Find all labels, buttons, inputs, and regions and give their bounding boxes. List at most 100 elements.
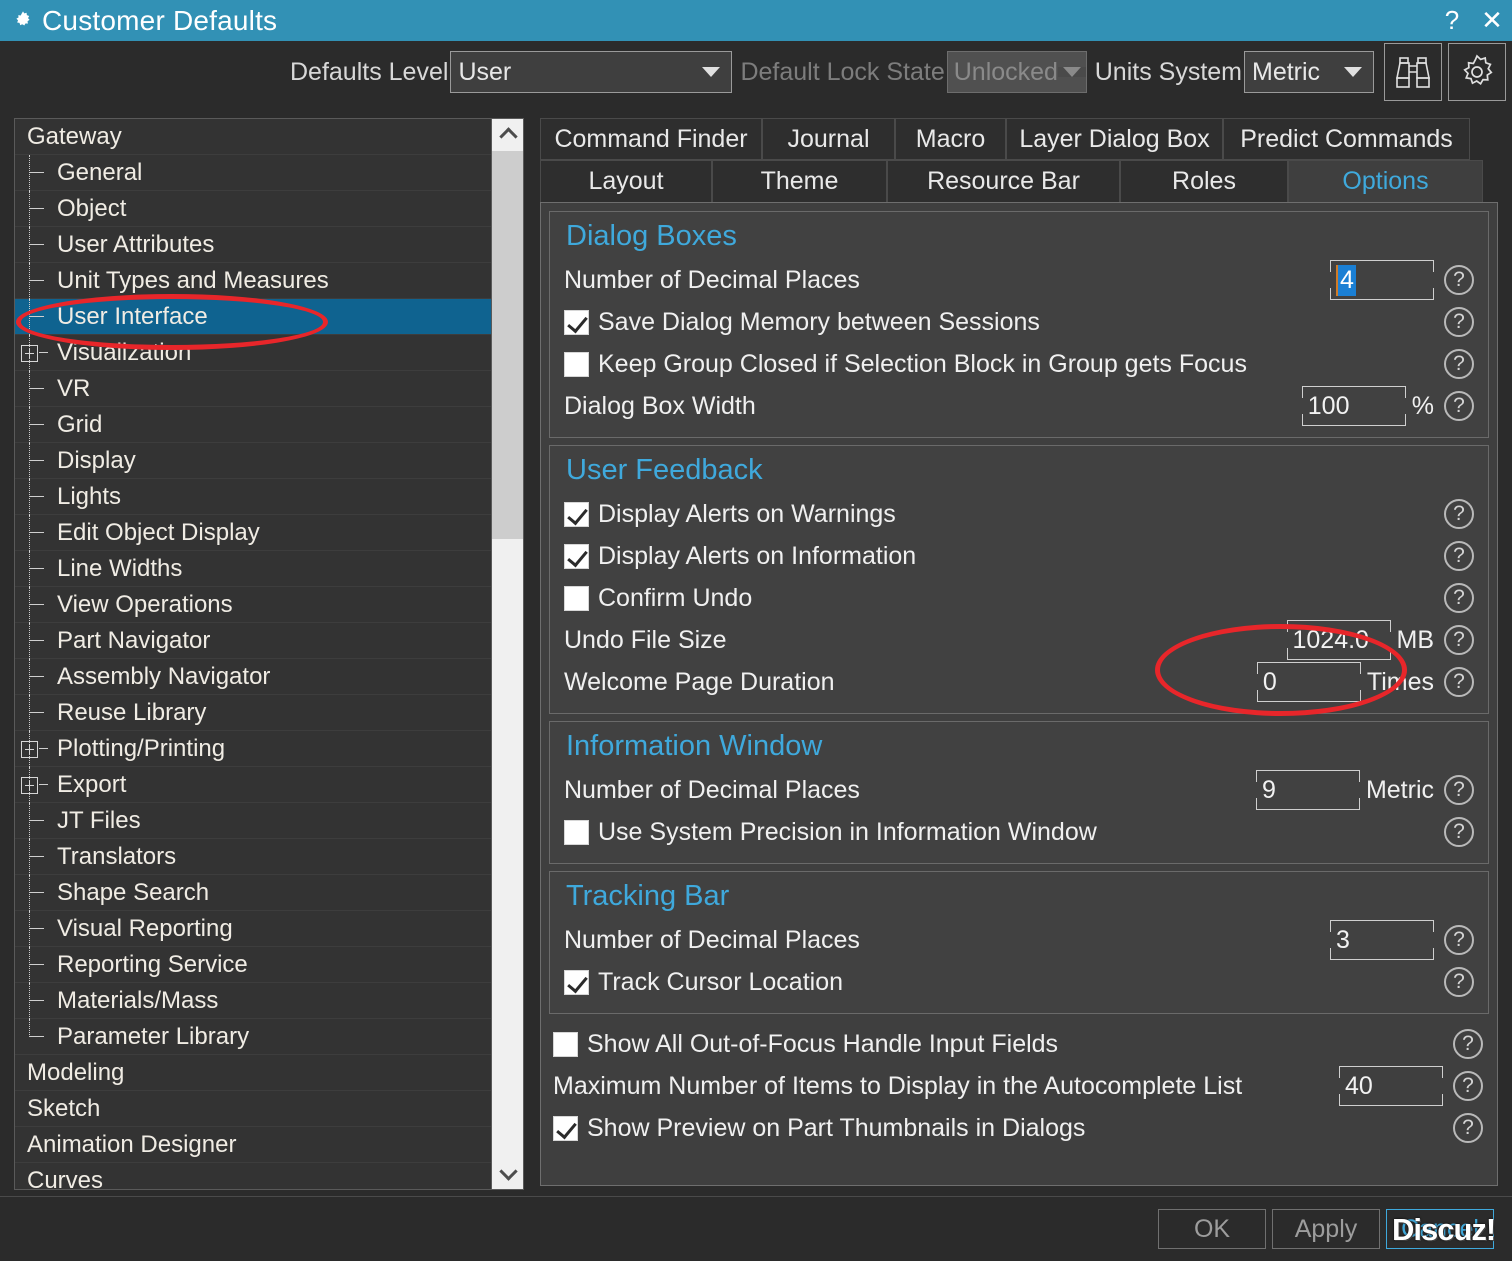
tree-item-visual-reporting[interactable]: Visual Reporting	[15, 910, 493, 947]
tab-options[interactable]: Options	[1288, 160, 1483, 202]
defaults-level-select[interactable]: User	[450, 51, 733, 93]
scrollbar-thumb[interactable]	[492, 151, 523, 539]
tab-layout[interactable]: Layout	[540, 160, 712, 202]
tab-layer-dialog-box[interactable]: Layer Dialog Box	[1006, 118, 1223, 160]
tree-item-part-navigator[interactable]: Part Navigator	[15, 622, 493, 659]
tree-item-reporting-service[interactable]: Reporting Service	[15, 946, 493, 983]
tree-item-jt-files[interactable]: JT Files	[15, 802, 493, 839]
expand-icon[interactable]	[15, 730, 57, 767]
row-preview-thumbnails[interactable]: Show Preview on Part Thumbnails in Dialo…	[553, 1107, 1483, 1149]
tree-item-modeling[interactable]: Modeling	[15, 1055, 493, 1091]
tree-item-display[interactable]: Display	[15, 442, 493, 479]
tree-item-sketch[interactable]: Sketch	[15, 1091, 493, 1127]
tree-item-unit-types-and-measures[interactable]: Unit Types and Measures	[15, 262, 493, 299]
row-confirm-undo[interactable]: Confirm Undo ?	[564, 577, 1474, 619]
binoculars-icon[interactable]	[1384, 43, 1442, 101]
help-icon[interactable]: ?	[1444, 349, 1474, 379]
undo-file-size-input[interactable]: 1024.0	[1286, 620, 1391, 660]
tree-item-gateway[interactable]: Gateway	[15, 119, 493, 155]
scroll-down-icon[interactable]	[492, 1159, 523, 1189]
plus-icon[interactable]	[21, 740, 38, 758]
row-system-precision[interactable]: Use System Precision in Information Wind…	[564, 811, 1474, 853]
tree-item-line-widths[interactable]: Line Widths	[15, 550, 493, 587]
defaults-category-tree[interactable]: Gateway General Object User Attributes Unit …	[14, 118, 524, 1190]
save-dialog-memory-checkbox[interactable]	[564, 309, 589, 335]
tree-item-reuse-library[interactable]: Reuse Library	[15, 694, 493, 731]
tab-macro[interactable]: Macro	[895, 118, 1006, 160]
tree-item-translators[interactable]: Translators	[15, 838, 493, 875]
help-icon[interactable]: ?	[1444, 307, 1474, 337]
tree-item-view-operations[interactable]: View Operations	[15, 586, 493, 623]
tab-predict-commands[interactable]: Predict Commands	[1223, 118, 1470, 160]
dialog-box-width-input[interactable]: 100	[1301, 386, 1406, 426]
system-precision-checkbox[interactable]	[564, 819, 589, 845]
help-icon[interactable]: ?	[1444, 541, 1474, 571]
help-icon[interactable]: ?	[1444, 499, 1474, 529]
row-track-cursor-location[interactable]: Track Cursor Location ?	[564, 961, 1474, 1003]
confirm-undo-checkbox[interactable]	[564, 585, 589, 611]
tree-item-user-interface[interactable]: User Interface	[15, 298, 493, 335]
help-icon[interactable]: ?	[1453, 1071, 1483, 1101]
autocomplete-max-items-input[interactable]: 40	[1339, 1066, 1443, 1106]
help-icon[interactable]: ?	[1444, 265, 1474, 295]
tree-item-lights[interactable]: Lights	[15, 478, 493, 515]
tab-theme[interactable]: Theme	[712, 160, 887, 202]
help-icon[interactable]: ?	[1444, 775, 1474, 805]
help-icon[interactable]: ?	[1453, 1029, 1483, 1059]
help-icon[interactable]: ?	[1444, 667, 1474, 697]
help-icon[interactable]: ?	[1444, 391, 1474, 421]
alerts-information-checkbox[interactable]	[564, 543, 589, 569]
tree-item-user-attributes[interactable]: User Attributes	[15, 226, 493, 263]
plus-icon[interactable]	[21, 776, 38, 794]
tree-item-shape-search[interactable]: Shape Search	[15, 874, 493, 911]
tree-item-assembly-navigator[interactable]: Assembly Navigator	[15, 658, 493, 695]
tree-item-export[interactable]: Export	[15, 766, 493, 803]
tree-item-object[interactable]: Object	[15, 190, 493, 227]
close-icon[interactable]: ✕	[1472, 0, 1512, 41]
tree-item-materials-mass[interactable]: Materials/Mass	[15, 982, 493, 1019]
help-icon[interactable]: ?	[1444, 625, 1474, 655]
tab-resource-bar[interactable]: Resource Bar	[887, 160, 1120, 202]
help-button[interactable]: ?	[1432, 0, 1472, 41]
tracking-decimal-places-input[interactable]: 3	[1330, 920, 1434, 960]
tree-item-grid[interactable]: Grid	[15, 406, 493, 443]
help-icon[interactable]: ?	[1444, 583, 1474, 613]
keep-group-closed-checkbox[interactable]	[564, 351, 589, 377]
tab-command-finder[interactable]: Command Finder	[540, 118, 762, 160]
welcome-page-duration-input[interactable]: 0	[1256, 662, 1361, 702]
scroll-up-icon[interactable]	[492, 119, 523, 149]
plus-icon[interactable]	[21, 344, 38, 362]
tree-item-parameter-library[interactable]: Parameter Library	[15, 1018, 493, 1055]
row-out-of-focus-fields[interactable]: Show All Out-of-Focus Handle Input Field…	[553, 1023, 1483, 1065]
alerts-warnings-checkbox[interactable]	[564, 501, 589, 527]
apply-button[interactable]: Apply	[1272, 1209, 1380, 1249]
expand-icon[interactable]	[15, 334, 57, 371]
tab-journal[interactable]: Journal	[762, 118, 895, 160]
tree-item-vr[interactable]: VR	[15, 370, 493, 407]
gear-icon[interactable]	[1448, 43, 1506, 101]
row-alerts-warnings[interactable]: Display Alerts on Warnings ?	[564, 493, 1474, 535]
row-alerts-information[interactable]: Display Alerts on Information ?	[564, 535, 1474, 577]
out-of-focus-fields-checkbox[interactable]	[553, 1031, 578, 1057]
tree-item-plotting-printing[interactable]: Plotting/Printing	[15, 730, 493, 767]
tab-roles[interactable]: Roles	[1120, 160, 1288, 202]
tree-item-edit-object-display[interactable]: Edit Object Display	[15, 514, 493, 551]
expand-icon[interactable]	[15, 766, 57, 803]
tab-row-primary[interactable]: Command Finder Journal Macro Layer Dialog B…	[540, 118, 1498, 160]
track-cursor-location-checkbox[interactable]	[564, 969, 589, 995]
tab-row-secondary[interactable]: Layout Theme Resource Bar Roles Options	[540, 160, 1498, 202]
units-system-select[interactable]: Metric	[1244, 51, 1374, 93]
row-save-dialog-memory[interactable]: Save Dialog Memory between Sessions ?	[564, 301, 1474, 343]
tree-list[interactable]: Gateway General Object User Attributes Unit …	[15, 119, 493, 1189]
help-icon[interactable]: ?	[1453, 1113, 1483, 1143]
help-icon[interactable]: ?	[1444, 817, 1474, 847]
tree-item-curves[interactable]: Curves	[15, 1163, 493, 1190]
info-decimal-places-input[interactable]: 9	[1255, 770, 1360, 810]
tree-item-visualization[interactable]: Visualization	[15, 334, 493, 371]
dialog-decimal-places-input[interactable]: 4	[1330, 260, 1434, 300]
row-keep-group-closed[interactable]: Keep Group Closed if Selection Block in …	[564, 343, 1474, 385]
ok-button[interactable]: OK	[1158, 1209, 1266, 1249]
tree-item-general[interactable]: General	[15, 154, 493, 191]
help-icon[interactable]: ?	[1444, 967, 1474, 997]
preview-thumbnails-checkbox[interactable]	[553, 1115, 578, 1141]
